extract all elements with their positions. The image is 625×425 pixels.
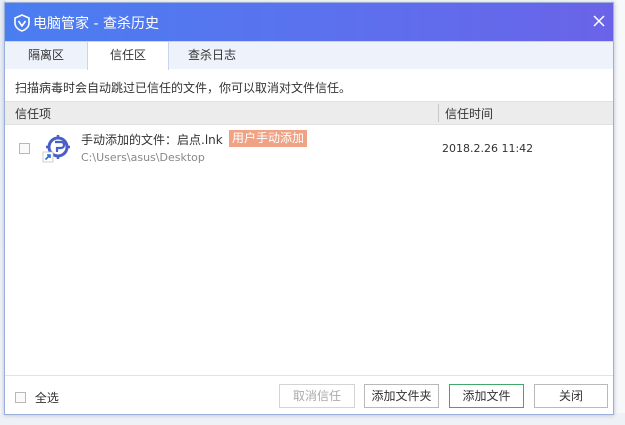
column-header-trusted-time[interactable]: 信任时间 [445,105,493,122]
add-file-button[interactable]: 添加文件 [449,384,524,408]
shortcut-app-icon [42,135,70,163]
select-all-label[interactable]: 全选 [35,389,59,406]
status-badge: 用户手动添加 [229,130,308,147]
file-name: 手动添加的文件：启点.lnk [81,133,223,147]
tab-trusted-zone[interactable]: 信任区 [87,42,169,70]
add-folder-button[interactable]: 添加文件夹 [364,384,439,408]
row-checkbox[interactable] [19,143,30,154]
history-window: 电脑管家 - 查杀历史 隔离区 信任区 查杀日志 扫描病毒时会自动跳过已信任的文… [4,2,614,415]
shield-logo-icon [14,14,30,32]
trusted-time: 2018.2.26 11:42 [442,142,534,155]
window-title: 电脑管家 - 查杀历史 [33,16,159,32]
info-notice: 扫描病毒时会自动跳过已信任的文件，你可以取消对文件信任。 [15,81,352,95]
close-button[interactable]: 关闭 [534,384,608,408]
tab-bar: 隔离区 信任区 查杀日志 [5,41,613,70]
footer-divider [5,375,613,376]
close-icon[interactable] [589,11,609,31]
column-divider[interactable] [438,104,439,122]
select-all-checkbox[interactable] [15,392,26,403]
title-bar[interactable]: 电脑管家 - 查杀历史 [5,3,613,41]
select-all-control[interactable]: 全选 [15,389,59,406]
file-path: C:\Users\asus\Desktop [81,151,205,164]
cancel-trust-button[interactable]: 取消信任 [279,384,355,408]
table-row[interactable]: 手动添加的文件：启点.lnk 用户手动添加 C:\Users\asus\Desk… [5,124,613,172]
table-header: 信任项 信任时间 [5,101,613,125]
column-header-trusted-item[interactable]: 信任项 [15,105,51,122]
tab-scan-log[interactable]: 查杀日志 [167,42,257,69]
tab-quarantine[interactable]: 隔离区 [5,42,87,69]
